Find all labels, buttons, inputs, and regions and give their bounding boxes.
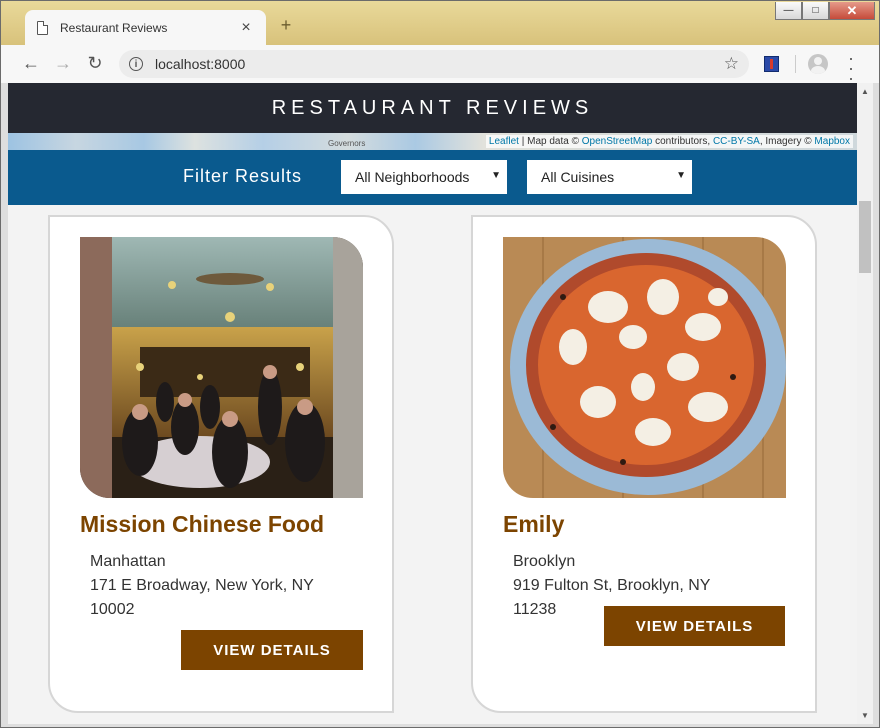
dropdown-caret-icon: ▼	[676, 170, 686, 181]
tab-title: Restaurant Reviews	[60, 21, 168, 35]
restaurant-name: Mission Chinese Food	[80, 511, 325, 537]
address-bar[interactable]: i localhost:8000 ☆	[119, 50, 749, 78]
toolbar-separator	[795, 55, 796, 73]
url-text[interactable]: localhost:8000	[155, 56, 724, 72]
osm-link[interactable]: OpenStreetMap	[582, 136, 653, 147]
close-window-button[interactable]: ✕	[829, 2, 875, 20]
reload-icon[interactable]: ↻	[79, 53, 111, 74]
restaurant-neighborhood: Manhattan	[90, 553, 166, 570]
neighborhood-select-value: All Neighborhoods	[355, 169, 470, 185]
scroll-thumb[interactable]	[859, 201, 871, 273]
site-header: RESTAURANT REVIEWS	[8, 83, 857, 133]
browser-tab[interactable]: Restaurant Reviews ×	[25, 10, 266, 46]
page-icon	[37, 21, 48, 35]
scroll-down-arrow-icon[interactable]: ▼	[861, 711, 869, 720]
mapbox-link[interactable]: Mapbox	[814, 136, 850, 147]
restaurant-info: Manhattan 171 E Broadway, New York, NY 1…	[90, 550, 330, 622]
restaurant-address: 171 E Broadway, New York, NY 10002	[90, 577, 314, 618]
bookmark-star-icon[interactable]: ☆	[724, 54, 739, 74]
view-details-button[interactable]: VIEW DETAILS	[181, 630, 363, 670]
site-title[interactable]: RESTAURANT REVIEWS	[272, 97, 594, 120]
forward-arrow-icon[interactable]: →	[47, 53, 79, 74]
restaurant-photo	[503, 237, 786, 498]
neighborhood-select[interactable]: All Neighborhoods ▼	[341, 160, 507, 194]
extension-icon[interactable]	[764, 56, 779, 72]
restaurant-card: Mission Chinese Food Manhattan 171 E Bro…	[48, 215, 394, 713]
cuisine-select-value: All Cuisines	[541, 169, 615, 185]
new-tab-button[interactable]: +	[273, 15, 299, 35]
browser-toolbar: ← → ↻ i localhost:8000 ☆ · · ·	[1, 45, 879, 87]
restaurant-card: Emily Brooklyn 919 Fulton St, Brooklyn, …	[471, 215, 817, 713]
attribution-text: contributors,	[652, 136, 713, 147]
filter-label: Filter Results	[183, 166, 303, 186]
window-controls: — □ ✕	[775, 2, 875, 20]
scroll-up-arrow-icon[interactable]: ▲	[861, 87, 869, 96]
map[interactable]: Governors Leaflet | Map data © OpenStree…	[8, 133, 857, 150]
view-details-button[interactable]: VIEW DETAILS	[604, 606, 785, 646]
profile-avatar-icon[interactable]	[808, 54, 828, 74]
license-link[interactable]: CC-BY-SA	[713, 136, 760, 147]
title-bar: Restaurant Reviews × + — □ ✕	[1, 1, 879, 46]
leaflet-link[interactable]: Leaflet	[489, 136, 519, 147]
close-tab-icon[interactable]: ×	[238, 19, 254, 37]
minimize-button[interactable]: —	[775, 2, 802, 20]
info-icon[interactable]: i	[129, 57, 143, 71]
restaurant-photo	[80, 237, 363, 498]
browser-window: Restaurant Reviews × + — □ ✕ ← → ↻ i loc…	[0, 0, 880, 728]
attribution-text: | Map data ©	[518, 136, 582, 147]
page-viewport: RESTAURANT REVIEWS Governors Leaflet | M…	[8, 83, 857, 724]
attribution-text: , Imagery ©	[759, 136, 815, 147]
restaurant-name: Emily	[503, 511, 565, 537]
filter-bar: Filter Results All Neighborhoods ▼ All C…	[8, 150, 857, 205]
back-arrow-icon[interactable]: ←	[15, 53, 47, 74]
cuisine-select[interactable]: All Cuisines ▼	[527, 160, 692, 194]
dropdown-caret-icon: ▼	[491, 170, 501, 181]
menu-dots-icon[interactable]: · · ·	[844, 49, 858, 87]
vertical-scrollbar[interactable]: ▲ ▼	[857, 83, 873, 724]
restaurant-neighborhood: Brooklyn	[513, 553, 576, 570]
map-label: Governors	[328, 139, 366, 148]
map-attribution: Leaflet | Map data © OpenStreetMap contr…	[485, 135, 853, 148]
maximize-button[interactable]: □	[802, 2, 829, 20]
